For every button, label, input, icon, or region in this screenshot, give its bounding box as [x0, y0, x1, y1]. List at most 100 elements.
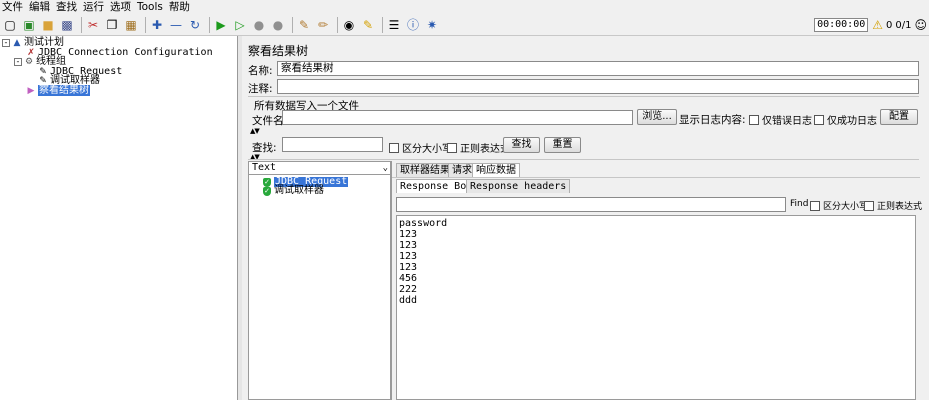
checkbox-label: 仅成功日志 [827, 116, 877, 127]
response-line: password [399, 218, 448, 229]
response-line: 222 [399, 284, 418, 295]
status-area: 00:00:00 ⚠ 0 0/1 ☺ [814, 17, 927, 33]
response-line: 123 [399, 251, 418, 262]
checkbox-box[interactable] [864, 200, 874, 211]
open-icon[interactable]: ■ [40, 17, 56, 33]
toolbar: ▢ ▣ ■ ▩ ✂ ❐ ▦ ✚ — ↻ ▶ ▷ ● ● ✎ ✏ ◉ ✎ ☰ ⓘ … [0, 14, 929, 36]
stop-icon[interactable]: ● [251, 17, 267, 33]
remote-icon[interactable]: ✷ [424, 17, 440, 33]
sampler-icon: ✎ [39, 75, 47, 86]
case-sensitive-checkbox[interactable]: 区分大小写 [389, 140, 452, 155]
menu-file[interactable]: 文件 [2, 0, 23, 14]
divider [248, 96, 919, 97]
elapsed-timer: 00:00:00 [814, 18, 869, 32]
thread-group-icon: ⚙ [24, 56, 34, 67]
search-input[interactable] [282, 137, 383, 152]
function-helper-icon[interactable]: ☰ [386, 17, 402, 33]
toolbar-separator [292, 16, 293, 33]
tab-response-data[interactable]: 响应数据 [472, 163, 520, 177]
checkbox-box[interactable] [810, 200, 820, 211]
paste-icon[interactable]: ▦ [123, 17, 139, 33]
checkbox-label: 区分大小写 [402, 144, 452, 155]
tree-item-view-results-tree[interactable]: ▶ 察看结果树 [26, 85, 90, 96]
copy-icon[interactable]: ❐ [104, 17, 120, 33]
tab-sampler-result[interactable]: 取样器结果 [396, 163, 454, 177]
collapse-toggle-icon[interactable]: - [2, 38, 10, 47]
collapse-icon[interactable]: — [168, 17, 184, 33]
comment-input[interactable] [277, 79, 919, 94]
toggle-icon[interactable]: ↻ [187, 17, 203, 33]
checkbox-box[interactable] [814, 114, 824, 125]
find-case-checkbox[interactable]: 区分大小写 [810, 199, 868, 212]
result-detail-area: 取样器结果 请求 响应数据 Response Body Response hea… [391, 161, 922, 400]
browse-button[interactable]: 浏览... [637, 109, 677, 125]
find-label: Find [790, 199, 809, 209]
response-body-text[interactable]: password 123 123 123 123 456 222 ddd [396, 215, 916, 400]
listener-icon: ▶ [27, 85, 35, 96]
reset-button[interactable]: 重置 [544, 137, 581, 153]
warning-icon[interactable]: ⚠ [872, 18, 883, 32]
find-input[interactable] [396, 197, 786, 212]
configure-button[interactable]: 配置 [880, 109, 918, 125]
test-plan-tree[interactable]: - ▲ 测试计划 ✗ JDBC Connection Configuration… [0, 36, 238, 400]
result-item-label: 调试取样器 [274, 185, 324, 196]
menu-run[interactable]: 运行 [83, 0, 104, 14]
checkbox-label: 区分大小写 [823, 202, 869, 212]
checkbox-label: 仅错误日志 [762, 116, 812, 127]
view-results-tree-panel: 察看结果树 名称: 察看结果树 注释: 所有数据写入一个文件 文件名 浏览...… [242, 36, 929, 400]
menu-search[interactable]: 查找 [56, 0, 77, 14]
status-light-icon: ☺ [914, 18, 927, 32]
renderer-value: Text [252, 162, 277, 173]
results-tree[interactable]: Text ⌄ ✓ JDBC Request ✓ 调试取样器 [248, 161, 391, 400]
menu-options[interactable]: 选项 [110, 0, 131, 14]
checkbox-box[interactable] [749, 114, 759, 125]
search-button[interactable]: 查找 [503, 137, 540, 153]
start-icon[interactable]: ▶ [213, 17, 229, 33]
menu-help[interactable]: 帮助 [169, 0, 190, 14]
only-errors-checkbox[interactable]: 仅错误日志 [749, 112, 812, 127]
response-line: ddd [399, 295, 418, 306]
clear-all-icon[interactable]: ✏ [315, 17, 331, 33]
reset-search-icon[interactable]: ✎ [360, 17, 376, 33]
menu-tools[interactable]: Tools [137, 0, 163, 14]
search-icon[interactable]: ◉ [341, 17, 357, 33]
split-arrows-icon[interactable]: ▲▼ [250, 128, 260, 135]
find-regex-checkbox[interactable]: 正则表达式 [864, 199, 922, 212]
panel-title: 察看结果树 [248, 44, 309, 58]
regex-checkbox[interactable]: 正则表达式 [447, 140, 510, 155]
shutdown-icon[interactable]: ● [270, 17, 286, 33]
toolbar-separator [145, 16, 146, 33]
comment-label: 注释: [248, 83, 273, 95]
tree-item-label: 察看结果树 [38, 85, 90, 96]
menubar: 文件 编辑 查找 运行 选项 Tools 帮助 [0, 0, 929, 14]
filename-input[interactable] [282, 110, 633, 125]
log-display-label: 显示日志内容: [679, 114, 746, 126]
toolbar-separator [209, 16, 210, 33]
filename-label: 文件名 [252, 115, 284, 127]
checkbox-box[interactable] [389, 142, 399, 153]
warning-count: 0 [886, 19, 893, 31]
help-icon[interactable]: ⓘ [405, 17, 421, 33]
checkbox-box[interactable] [447, 142, 457, 153]
name-input[interactable]: 察看结果树 [277, 61, 919, 76]
menu-edit[interactable]: 编辑 [29, 0, 50, 14]
start-no-pause-icon[interactable]: ▷ [232, 17, 248, 33]
new-icon[interactable]: ▢ [2, 17, 18, 33]
result-item-debug-sampler[interactable]: ✓ 调试取样器 [263, 186, 324, 196]
test-plan-icon: ▲ [13, 37, 21, 48]
save-icon[interactable]: ▩ [59, 17, 75, 33]
clear-icon[interactable]: ✎ [296, 17, 312, 33]
success-shield-icon: ✓ [263, 186, 271, 196]
name-label: 名称: [248, 65, 273, 77]
templates-icon[interactable]: ▣ [21, 17, 37, 33]
response-line: 456 [399, 273, 418, 284]
only-success-checkbox[interactable]: 仅成功日志 [814, 112, 877, 127]
cut-icon[interactable]: ✂ [85, 17, 101, 33]
toolbar-separator [81, 16, 82, 33]
chevron-down-icon[interactable]: ⌄ [383, 162, 388, 174]
renderer-select[interactable]: Text ⌄ [249, 162, 390, 175]
toolbar-separator [382, 16, 383, 33]
tab-response-headers[interactable]: Response headers [466, 179, 571, 193]
expand-icon[interactable]: ✚ [149, 17, 165, 33]
collapse-toggle-icon[interactable]: - [14, 57, 22, 66]
